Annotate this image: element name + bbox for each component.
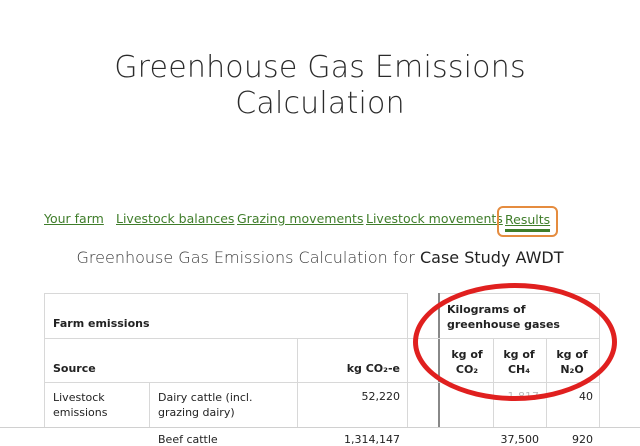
table-row-ch4-2: 37,500 — [500, 433, 540, 446]
table-row-source-2: Beef cattle — [158, 433, 218, 446]
subtitle-prefix: Greenhouse Gas Emissions Calculation for — [76, 248, 415, 267]
nav-grazing-movements[interactable]: Grazing movements — [237, 211, 363, 226]
red-annotation-circle — [413, 283, 617, 401]
page-title: Greenhouse Gas Emissions Calculation — [0, 50, 640, 122]
title-line-2: Calculation — [235, 86, 405, 121]
nav-livestock-movements[interactable]: Livestock movements — [366, 211, 503, 226]
nav-your-farm[interactable]: Your farm — [44, 211, 104, 226]
nav-livestock-balances[interactable]: Livestock balances — [116, 211, 234, 226]
farm-emissions-header: Farm emissions — [53, 317, 150, 330]
table-row-source: Dairy cattle (incl. grazing dairy) — [158, 391, 253, 419]
title-line-1: Greenhouse Gas Emissions — [114, 50, 526, 85]
table-row-co2e-2: 1,314,147 — [344, 433, 400, 446]
table-row-group: Livestock emissions — [53, 391, 108, 419]
co2e-header: kg CO₂-e — [346, 362, 400, 375]
table-row-co2e: 52,220 — [361, 390, 401, 403]
step-navigation: Your farm Livestock balances Grazing mov… — [0, 206, 640, 237]
page-fold-line — [0, 427, 640, 428]
case-name: Case Study AWDT — [419, 248, 564, 267]
nav-results[interactable]: Results — [497, 206, 559, 237]
results-subtitle: Greenhouse Gas Emissions Calculation for… — [0, 248, 640, 267]
table-row-n2o-2: 920 — [572, 433, 593, 446]
source-header: Source — [53, 362, 96, 375]
